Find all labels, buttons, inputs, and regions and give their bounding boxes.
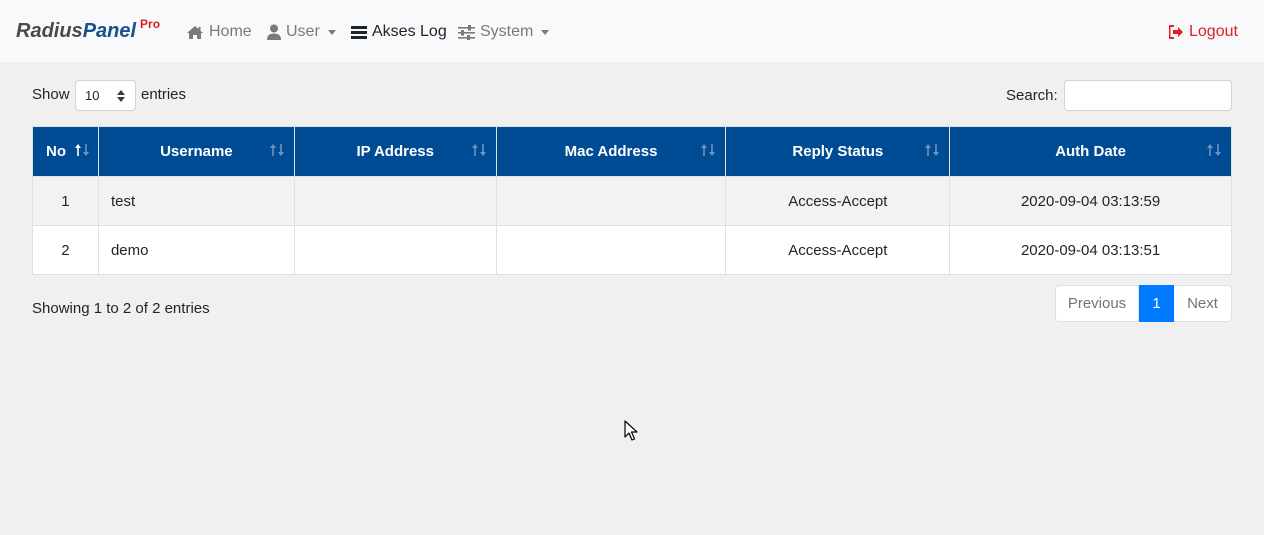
logout-label: Logout	[1189, 23, 1238, 40]
bars-icon	[351, 25, 367, 40]
logout-link[interactable]: Logout	[1169, 20, 1238, 44]
cell-username: demo	[97, 225, 295, 275]
sort-icon	[1206, 144, 1222, 156]
sort-icon	[471, 144, 487, 156]
column-header-ip-address[interactable]: IP Address	[293, 126, 497, 177]
brand-badge: Pro	[140, 17, 161, 31]
search-input[interactable]	[1064, 80, 1232, 111]
user-icon	[267, 24, 281, 40]
cell-ip-address	[293, 176, 497, 226]
pagination: Previous 1 Next	[1055, 285, 1232, 322]
nav-system-dropdown[interactable]: System	[458, 20, 550, 44]
cell-auth-date: 2020-09-04 03:13:51	[949, 225, 1232, 275]
entries-label: entries	[141, 86, 187, 103]
select-arrows-icon	[117, 90, 125, 102]
cell-mac-address	[495, 225, 727, 275]
sliders-icon	[458, 24, 475, 40]
sort-icon	[924, 144, 940, 156]
column-header-label: IP Address	[356, 143, 434, 160]
nav-home-link[interactable]: Home	[186, 20, 252, 44]
table-info-text: Showing 1 to 2 of 2 entries	[32, 300, 210, 317]
search-label: Search:	[1006, 87, 1058, 104]
column-header-label: Username	[160, 143, 233, 160]
access-log-table: No Username IP Address Mac Address Reply…	[32, 126, 1232, 275]
brand-part-2: Panel	[82, 20, 137, 42]
cell-no: 1	[32, 176, 99, 226]
column-header-label: Reply Status	[792, 143, 884, 160]
page-length-value: 10	[85, 88, 100, 103]
nav-akses-log-label: Akses Log	[372, 23, 447, 40]
nav-user-dropdown[interactable]: User	[267, 20, 336, 44]
cell-auth-date: 2020-09-04 03:13:59	[949, 176, 1232, 226]
nav-akses-log-link[interactable]: Akses Log	[351, 20, 447, 44]
column-header-label: No	[46, 143, 66, 160]
column-header-label: Mac Address	[564, 143, 658, 160]
column-header-label: Auth Date	[1055, 143, 1127, 160]
column-header-username[interactable]: Username	[97, 126, 295, 177]
table-row: 2 demo Access-Accept 2020-09-04 03:13:51	[32, 225, 1232, 275]
chevron-down-icon	[541, 29, 550, 35]
column-header-reply-status[interactable]: Reply Status	[725, 126, 951, 177]
table-row: 1 test Access-Accept 2020-09-04 03:13:59	[32, 176, 1232, 226]
column-header-no[interactable]: No	[32, 126, 99, 177]
brand-part-1: Radius	[16, 20, 83, 42]
cell-no: 2	[32, 225, 99, 275]
cell-reply-status: Access-Accept	[725, 176, 951, 226]
next-page-button[interactable]: Next	[1174, 285, 1232, 322]
column-header-mac-address[interactable]: Mac Address	[495, 126, 727, 177]
column-header-auth-date[interactable]: Auth Date	[949, 126, 1232, 177]
table-header-row: No Username IP Address Mac Address Reply…	[32, 126, 1232, 177]
home-icon	[186, 25, 204, 40]
cell-username: test	[97, 176, 295, 226]
chevron-down-icon	[327, 29, 336, 35]
nav-user-label: User	[286, 23, 320, 40]
sign-out-icon	[1169, 25, 1184, 39]
cell-reply-status: Access-Accept	[725, 225, 951, 275]
nav-system-label: System	[480, 23, 534, 40]
sort-icon	[269, 144, 285, 156]
page-1-button[interactable]: 1	[1139, 285, 1174, 322]
previous-page-button[interactable]: Previous	[1055, 285, 1139, 322]
sort-icon	[700, 144, 716, 156]
nav-home-label: Home	[209, 23, 252, 40]
brand-logo[interactable]: RadiusPanel Pro	[16, 17, 161, 46]
page-length-select[interactable]: 10	[75, 80, 136, 111]
mouse-cursor-icon	[624, 420, 638, 441]
show-label: Show	[32, 86, 70, 103]
cell-ip-address	[293, 225, 497, 275]
sort-ascending-icon	[74, 144, 90, 156]
navbar: RadiusPanel Pro Home User Akses Log Syst…	[0, 0, 1264, 62]
cell-mac-address	[495, 176, 727, 226]
